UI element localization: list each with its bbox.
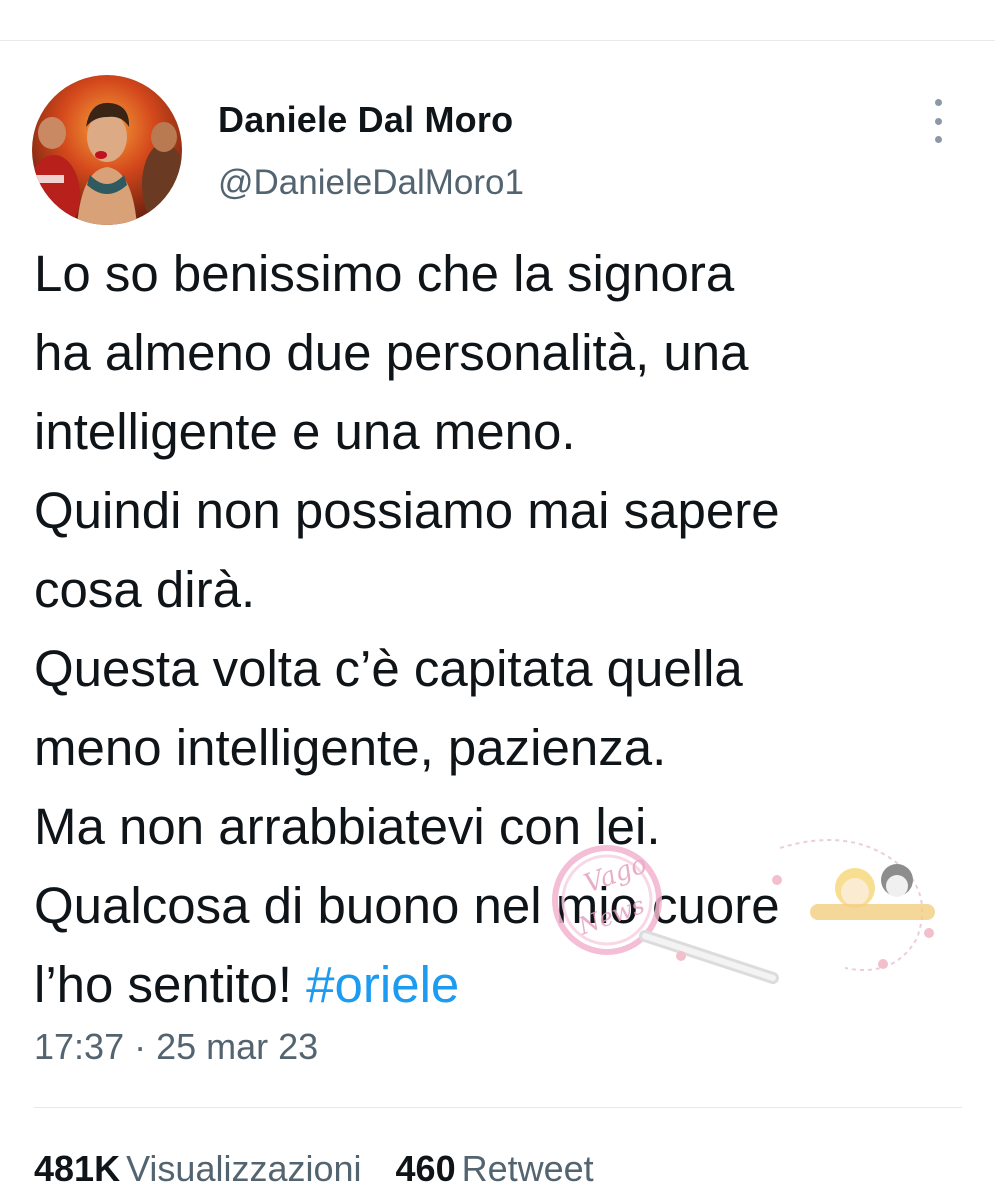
hashtag-link[interactable]: #oriele [306,956,459,1013]
tweet-line: Ma non arrabbiatevi con lei. [34,798,661,855]
tweet-stats: 481K Visualizzazioni 460 Retweet [34,1148,594,1190]
tweet-line-last: l’ho sentito! #oriele [34,945,964,1024]
tweet-line: meno intelligente, pazienza. [34,719,667,776]
user-handle[interactable]: @DanieleDalMoro1 [218,163,524,203]
tweet-line: Questa volta c’è capitata quella [34,640,743,697]
user-name[interactable]: Daniele Dal Moro [218,99,513,141]
retweets-stat[interactable]: 460 Retweet [396,1148,594,1190]
more-dot [934,99,942,106]
tweet-line: Qualcosa di buono nel mio cuore [34,877,780,934]
tweet-line: intelligente e una meno. [34,403,576,460]
views-count: 481K [34,1148,121,1189]
more-options-icon[interactable] [926,99,950,143]
tweet-text: Lo so benissimo che la signora ha almeno… [34,234,964,1024]
tweet-header: Daniele Dal Moro @DanieleDalMoro1 [32,75,962,225]
stats-divider [34,1107,962,1108]
retweets-label: Retweet [461,1148,594,1189]
views-stat[interactable]: 481K Visualizzazioni [34,1148,362,1190]
views-label: Visualizzazioni [126,1148,362,1189]
more-dot [934,117,942,125]
tweet-last-text: l’ho sentito! [34,956,307,1013]
tweet-line: cosa dirà. [34,561,256,618]
retweets-count: 460 [395,1148,456,1189]
avatar[interactable] [32,75,182,225]
tweet-line: Lo so benissimo che la signora [34,245,735,302]
top-divider [0,40,995,41]
more-dot [934,136,942,143]
profile-photo-icon [32,75,182,225]
tweet-timestamp[interactable]: 17:37 · 25 mar 23 [34,1026,318,1068]
tweet-line: Quindi non possiamo mai sapere [34,482,780,539]
tweet-line: ha almeno due personalità, una [34,324,749,381]
